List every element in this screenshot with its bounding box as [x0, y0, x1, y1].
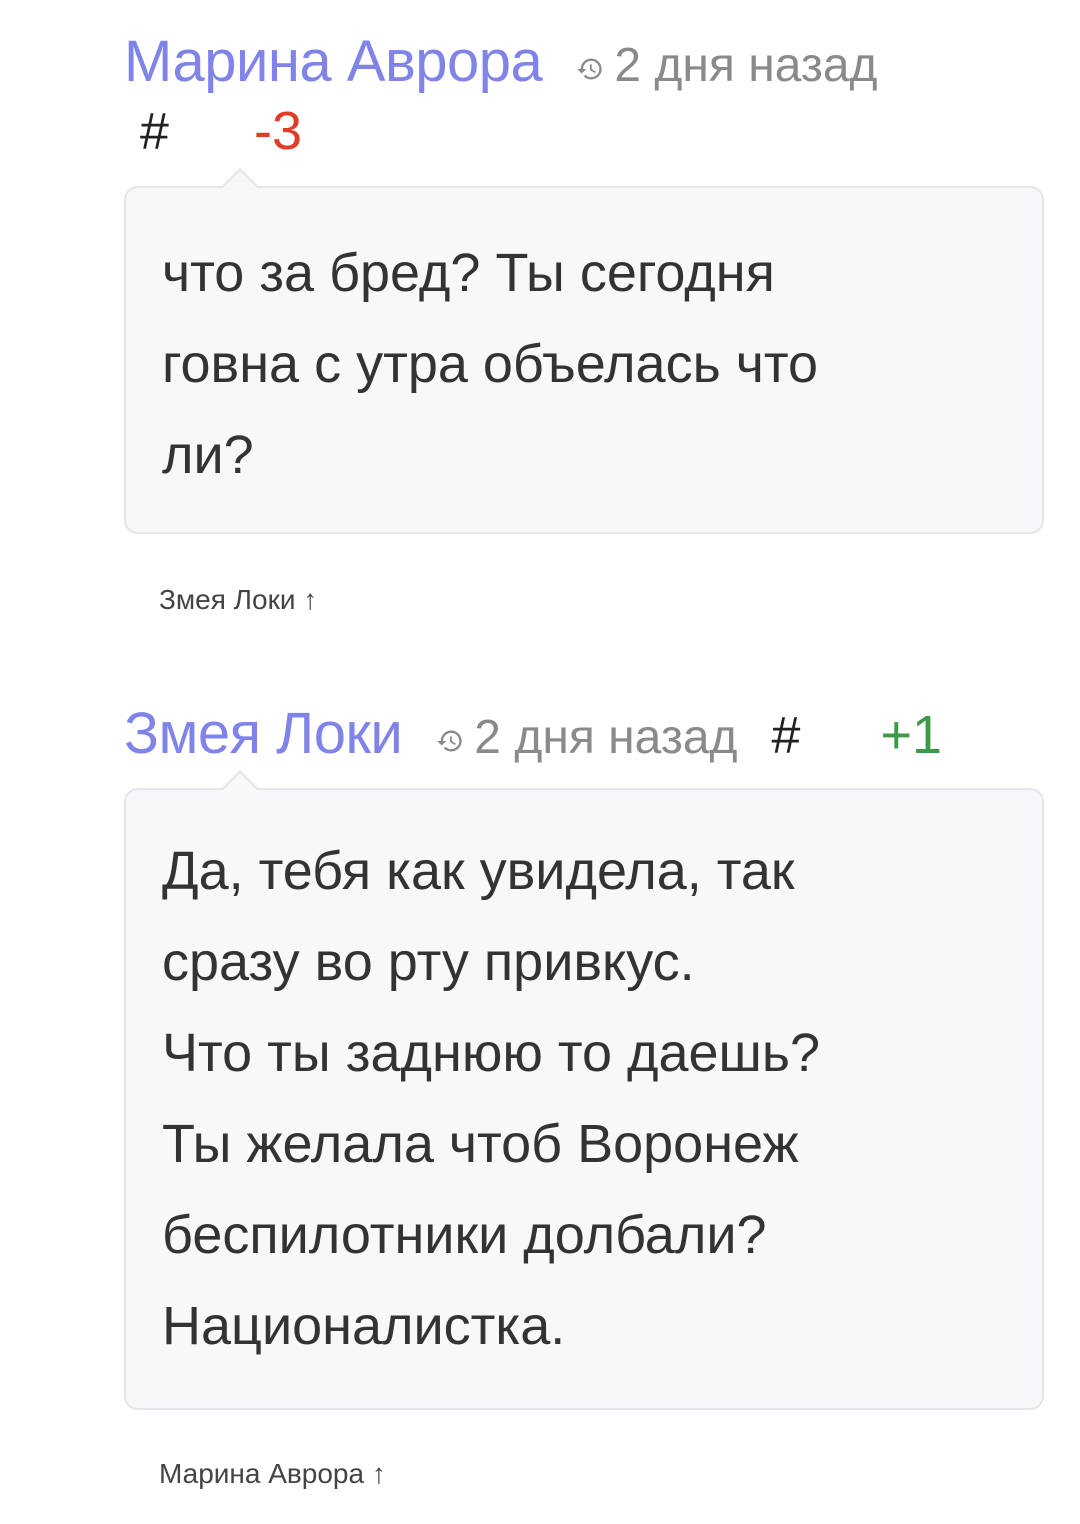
timestamp-label: 2 дня назад: [474, 711, 738, 764]
comment-text-line: сразу во рту привкус.: [162, 932, 695, 992]
comment-text-line: что за бред? Ты сегодня: [162, 243, 775, 303]
parent-comment-link[interactable]: Змея Локи ↑: [159, 584, 317, 616]
comment-header: Марина Аврора 2 дня назад: [124, 28, 878, 95]
comment-permalink[interactable]: #: [772, 706, 801, 766]
comment-author-link[interactable]: Змея Локи: [124, 700, 403, 767]
comment-timestamp[interactable]: 2 дня назад: [576, 38, 878, 93]
comment-header: Змея Локи 2 дня назад # +1: [124, 700, 1024, 767]
comment-text: Да, тебя как увидела, так сразу во рту п…: [126, 790, 1042, 1408]
comment-text-line: беспилотники долбали?: [162, 1205, 767, 1265]
comment-text-line: Националистка.: [162, 1296, 566, 1356]
history-clock-icon: [577, 58, 602, 80]
comment-text: что за бред? Ты сегодня говна с утра объ…: [126, 188, 1042, 537]
comment-text-line: говна с утра объелась что: [162, 334, 819, 394]
comment-author-link[interactable]: Марина Аврора: [124, 28, 543, 95]
history-clock-icon: [437, 730, 462, 752]
comment-text-line: Что ты заднюю то даешь?: [162, 1023, 821, 1083]
comment-text-line: Ты желала чтоб Воронеж: [162, 1114, 799, 1174]
comment-body: Да, тебя как увидела, так сразу во рту п…: [124, 770, 1044, 1410]
comment-score: +1: [880, 705, 943, 765]
comment-score: -3: [254, 101, 303, 161]
comment-text-line: Да, тебя как увидела, так: [162, 841, 795, 901]
parent-comment-link[interactable]: Марина Аврора ↑: [159, 1458, 386, 1490]
comment-body: что за бред? Ты сегодня говна с утра объ…: [124, 168, 1044, 537]
comment-text-line: ли?: [162, 425, 254, 485]
comment-permalink[interactable]: #: [140, 102, 169, 162]
comment-timestamp[interactable]: 2 дня назад: [436, 710, 738, 765]
timestamp-label: 2 дня назад: [614, 39, 878, 92]
